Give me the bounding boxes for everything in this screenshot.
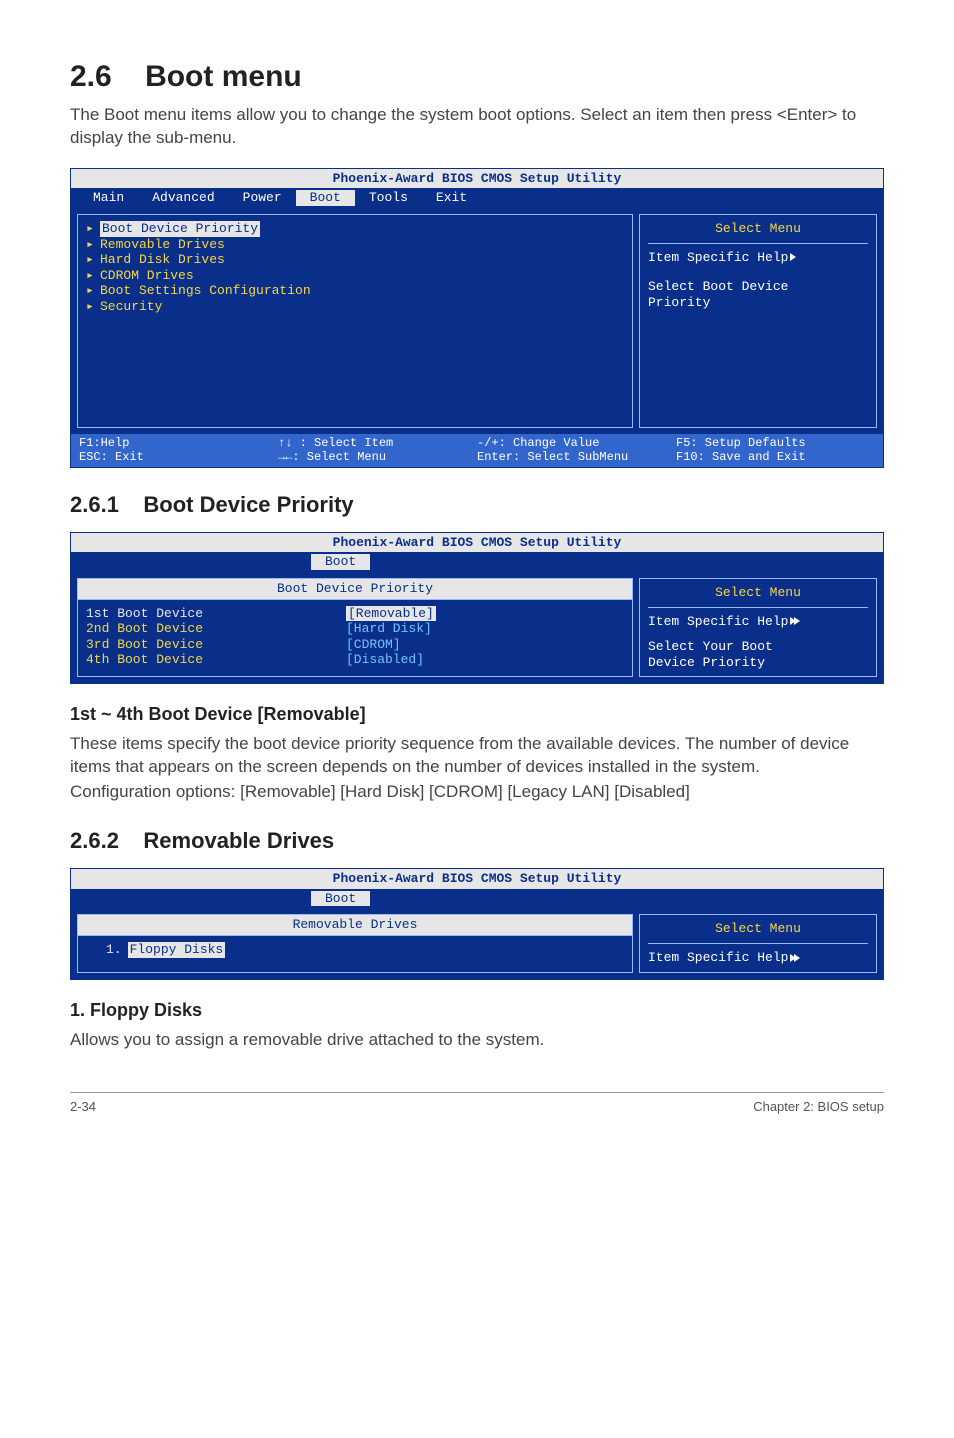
item-boot-device-priority: Boot Device Priority (100, 221, 260, 237)
bios-menubar: Boot (71, 889, 883, 909)
section-title: 2.6 Boot menu (70, 60, 884, 94)
bios-footer: F1:Help ESC: Exit ↑↓ : Select Item →←: S… (71, 434, 883, 467)
subsection-name: Boot Device Priority (143, 492, 353, 517)
bios-title: Phoenix-Award BIOS CMOS Setup Utility (71, 869, 883, 889)
list-item[interactable]: ▸Boot Device Priority (86, 221, 624, 237)
value-removable: [Removable] (346, 606, 436, 622)
menubar-boot[interactable]: Boot (311, 554, 370, 570)
bios-right-panel: Select Menu Item Specific Help Select Bo… (639, 214, 877, 428)
subsection-number: 2.6.2 (70, 828, 119, 853)
footer-col1: F1:Help ESC: Exit (79, 436, 278, 465)
list-item[interactable]: 1. Floppy Disks (86, 942, 624, 958)
menubar-advanced[interactable]: Advanced (138, 190, 228, 206)
subsection-261: 2.6.1 Boot Device Priority (70, 492, 884, 518)
menubar-boot[interactable]: Boot (296, 190, 355, 206)
field-title-floppy: 1. Floppy Disks (70, 1000, 884, 1021)
footer-col3: -/+: Change Value Enter: Select SubMenu (477, 436, 676, 465)
list-item[interactable]: 4th Boot Device[Disabled] (86, 652, 624, 668)
triangle-right-icon (796, 950, 800, 965)
row-2nd-boot-device: 2nd Boot Device (86, 621, 346, 637)
field1-p1: These items specify the boot device prio… (70, 733, 884, 779)
item-hard-disk-drives: Hard Disk Drives (100, 252, 225, 268)
list-item[interactable]: ▸Boot Settings Configuration (86, 283, 624, 299)
chapter-label: Chapter 2: BIOS setup (753, 1099, 884, 1114)
bios-screenshot-main: Phoenix-Award BIOS CMOS Setup Utility Ma… (70, 168, 884, 468)
value-cdrom: [CDROM] (346, 637, 401, 653)
bios-title: Phoenix-Award BIOS CMOS Setup Utility (71, 533, 883, 553)
menubar-main[interactable]: Main (79, 190, 138, 206)
row-3rd-boot-device: 3rd Boot Device (86, 637, 346, 653)
chevron-right-icon: ▸ (86, 299, 100, 315)
item-specific-help-label: Item Specific Help (648, 250, 868, 266)
chevron-right-icon: ▸ (86, 283, 100, 299)
menubar-exit[interactable]: Exit (422, 190, 481, 206)
bios-screenshot-bootpriority: Phoenix-Award BIOS CMOS Setup Utility Bo… (70, 532, 884, 685)
bios-menubar: Boot (71, 552, 883, 572)
list-item[interactable]: ▸Security (86, 299, 624, 315)
chevron-right-icon: ▸ (86, 221, 100, 237)
bios-screenshot-removable: Phoenix-Award BIOS CMOS Setup Utility Bo… (70, 868, 884, 979)
section-intro: The Boot menu items allow you to change … (70, 104, 884, 150)
menubar-boot[interactable]: Boot (311, 891, 370, 907)
help-text-line1: Select Your Boot (648, 639, 868, 655)
item-removable-drives: Removable Drives (100, 237, 225, 253)
row-number: 1. (106, 942, 122, 958)
row-floppy-disks: Floppy Disks (128, 942, 226, 958)
section-name: Boot menu (145, 60, 302, 93)
select-menu-label: Select Menu (648, 585, 868, 608)
item-cdrom-drives: CDROM Drives (100, 268, 194, 284)
chevron-right-icon: ▸ (86, 268, 100, 284)
value-disabled: [Disabled] (346, 652, 424, 668)
chevron-right-icon: ▸ (86, 237, 100, 253)
value-hard-disk: [Hard Disk] (346, 621, 432, 637)
bios-right-panel: Select Menu Item Specific Help (639, 914, 877, 972)
field-title-1st4th: 1st ~ 4th Boot Device [Removable] (70, 704, 884, 725)
list-item[interactable]: 1st Boot Device[Removable] (86, 606, 624, 622)
help-text-line2: Priority (648, 295, 868, 311)
menubar-tools[interactable]: Tools (355, 190, 422, 206)
item-boot-settings-config: Boot Settings Configuration (100, 283, 311, 299)
field2-p1: Allows you to assign a removable drive a… (70, 1029, 884, 1052)
bios-left-panel: ▸Boot Device Priority ▸Removable Drives … (77, 214, 633, 428)
subsection-number: 2.6.1 (70, 492, 119, 517)
item-security: Security (100, 299, 162, 315)
select-menu-label: Select Menu (648, 221, 868, 244)
list-item[interactable]: 2nd Boot Device[Hard Disk] (86, 621, 624, 637)
subsection-262: 2.6.2 Removable Drives (70, 828, 884, 854)
item-specific-help-label: Item Specific Help (648, 950, 868, 966)
chevron-right-icon: ▸ (86, 252, 100, 268)
triangle-right-icon (796, 614, 800, 629)
field1-p2: Configuration options: [Removable] [Hard… (70, 781, 884, 804)
help-text-line2: Device Priority (648, 655, 868, 671)
bios-left-panel: Boot Device Priority 1st Boot Device[Rem… (77, 578, 633, 677)
footer-col2: ↑↓ : Select Item →←: Select Menu (278, 436, 477, 465)
section-number: 2.6 (70, 60, 112, 93)
bios-left-panel: Removable Drives 1. Floppy Disks (77, 914, 633, 972)
row-4th-boot-device: 4th Boot Device (86, 652, 346, 668)
select-menu-label: Select Menu (648, 921, 868, 944)
bios-right-panel: Select Menu Item Specific Help Select Yo… (639, 578, 877, 677)
row-1st-boot-device: 1st Boot Device (86, 606, 346, 622)
bios-title: Phoenix-Award BIOS CMOS Setup Utility (71, 169, 883, 189)
menubar-power[interactable]: Power (229, 190, 296, 206)
page-footer: 2-34 Chapter 2: BIOS setup (70, 1092, 884, 1114)
bios-menubar: Main Advanced Power Boot Tools Exit (71, 188, 883, 208)
panel-subheader: Boot Device Priority (78, 579, 632, 600)
subsection-name: Removable Drives (143, 828, 334, 853)
page-number: 2-34 (70, 1099, 96, 1114)
list-item[interactable]: ▸CDROM Drives (86, 268, 624, 284)
triangle-right-icon (788, 250, 796, 265)
help-text-line1: Select Boot Device (648, 279, 868, 295)
item-specific-help-label: Item Specific Help (648, 614, 868, 630)
footer-col4: F5: Setup Defaults F10: Save and Exit (676, 436, 875, 465)
panel-subheader: Removable Drives (78, 915, 632, 936)
list-item[interactable]: ▸Hard Disk Drives (86, 252, 624, 268)
list-item[interactable]: 3rd Boot Device[CDROM] (86, 637, 624, 653)
list-item[interactable]: ▸Removable Drives (86, 237, 624, 253)
